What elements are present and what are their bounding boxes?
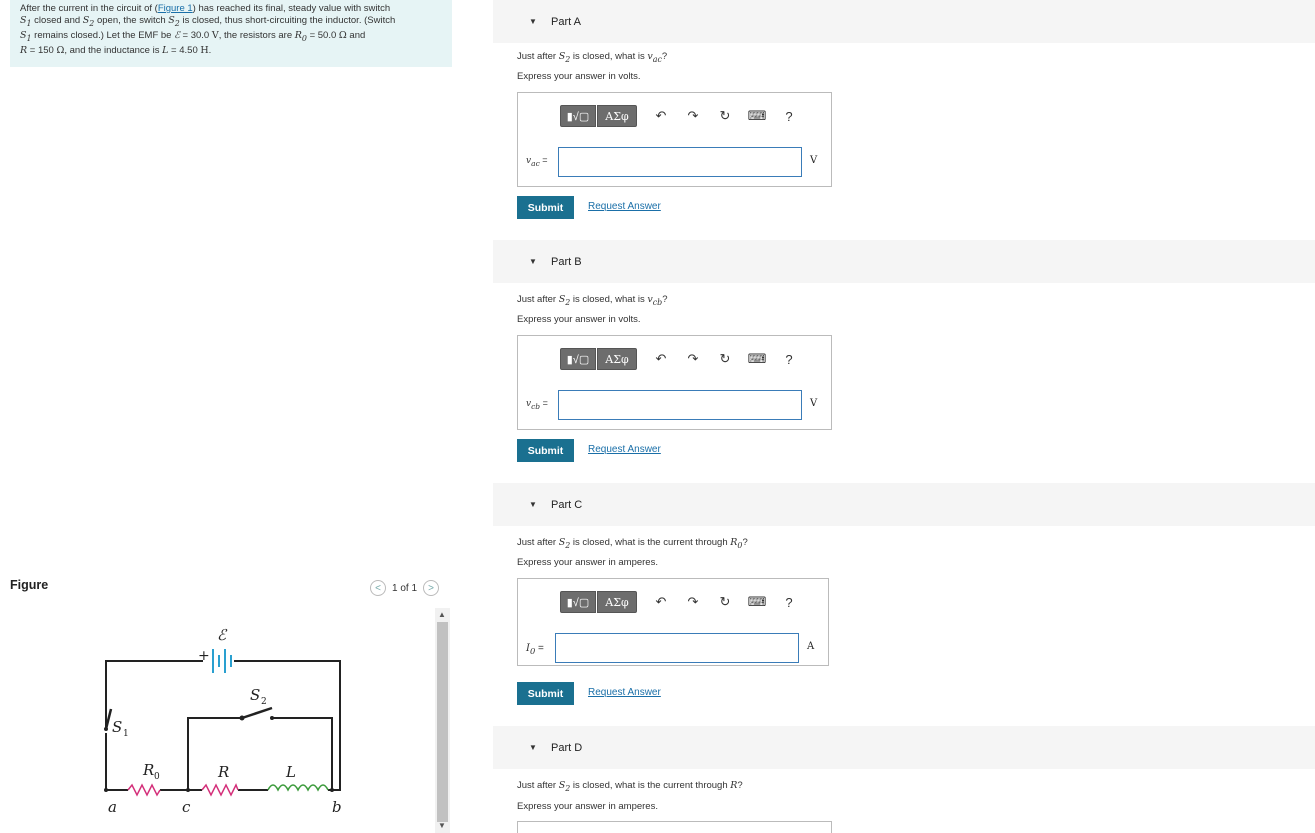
answer-variable-label: vac = — [526, 155, 548, 168]
undo-icon[interactable]: ↶ — [651, 108, 671, 124]
unit-label: V — [810, 398, 818, 409]
part-c-header[interactable]: ▼ Part C — [493, 483, 1315, 526]
answer-input[interactable] — [555, 633, 799, 663]
help-icon[interactable]: ? — [779, 595, 799, 610]
pager-count: 1 of 1 — [392, 582, 418, 594]
part-d-question: Just after S2 is closed, what is the cur… — [517, 780, 743, 793]
unit-label: A — [807, 641, 815, 652]
scroll-thumb[interactable] — [437, 622, 448, 822]
undo-icon[interactable]: ↶ — [651, 351, 671, 367]
submit-button[interactable]: Submit — [517, 682, 574, 705]
parts-panel: ▼ Part A Just after S2 is closed, what i… — [460, 0, 1315, 833]
part-b-question: Just after S2 is closed, what is vcb? — [517, 294, 668, 307]
templates-button[interactable]: ▮√▢ — [560, 591, 596, 613]
circuit-diagram: ℰ + S 1 S 2 R 0 R L a c b — [104, 626, 342, 816]
figure-link[interactable]: Figure 1 — [158, 3, 193, 14]
collapse-icon: ▼ — [529, 500, 537, 509]
plus-label: + — [198, 648, 210, 664]
scroll-up-icon[interactable]: ▲ — [438, 610, 446, 619]
submit-button[interactable]: Submit — [517, 196, 574, 219]
submit-button[interactable]: Submit — [517, 439, 574, 462]
inductor-l — [267, 784, 329, 792]
node-b-label: b — [332, 798, 342, 816]
redo-icon[interactable]: ↷ — [683, 108, 703, 124]
left-panel: After the current in the circuit of (Fig… — [0, 0, 460, 833]
reset-icon[interactable]: ↻ — [715, 108, 735, 124]
s2-label: S — [250, 686, 260, 704]
greek-button[interactable]: ΑΣφ — [597, 348, 637, 370]
keyboard-icon[interactable]: ⌨ — [747, 108, 767, 124]
templates-button[interactable]: ▮√▢ — [560, 348, 596, 370]
help-icon[interactable]: ? — [779, 109, 799, 124]
request-answer-link[interactable]: Request Answer — [588, 687, 661, 698]
part-a-answer-box: ▮√▢ ΑΣφ ↶ ↷ ↻ ⌨ ? vac = V — [517, 92, 832, 187]
s1-sub: 1 — [123, 729, 129, 739]
next-figure-button[interactable]: > — [423, 580, 440, 596]
keyboard-icon[interactable]: ⌨ — [747, 594, 767, 610]
l-label: L — [285, 763, 296, 781]
part-c-answer-box: ▮√▢ ΑΣφ ↶ ↷ ↻ ⌨ ? I0 = A — [517, 578, 829, 666]
help-icon[interactable]: ? — [779, 352, 799, 367]
keyboard-icon[interactable]: ⌨ — [747, 351, 767, 367]
part-d-instructions: Express your answer in amperes. — [517, 801, 658, 812]
scroll-down-icon[interactable]: ▼ — [438, 821, 446, 830]
collapse-icon: ▼ — [529, 17, 537, 26]
part-b-answer-box: ▮√▢ ΑΣφ ↶ ↷ ↻ ⌨ ? vcb = V — [517, 335, 832, 430]
redo-icon[interactable]: ↷ — [683, 351, 703, 367]
undo-icon[interactable]: ↶ — [651, 594, 671, 610]
part-b-instructions: Express your answer in volts. — [517, 314, 641, 325]
part-a-question: Just after S2 is closed, what is vac? — [517, 51, 668, 64]
greek-button[interactable]: ΑΣφ — [597, 105, 637, 127]
math-toolbar: ▮√▢ ΑΣφ ↶ ↷ ↻ ⌨ ? — [560, 105, 799, 127]
unit-label: V — [810, 155, 818, 166]
math-toolbar: ▮√▢ ΑΣφ ↶ ↷ ↻ ⌨ ? — [560, 591, 799, 613]
resistor-r0 — [127, 783, 161, 797]
node-a-label: a — [108, 798, 117, 816]
part-b-header[interactable]: ▼ Part B — [493, 240, 1315, 283]
figure-pager: < 1 of 1 > — [370, 580, 440, 596]
part-d-answer-box — [517, 821, 832, 833]
answer-variable-label: vcb = — [526, 398, 548, 411]
s2-sub: 2 — [261, 697, 267, 707]
part-d-header[interactable]: ▼ Part D — [493, 726, 1315, 769]
prev-figure-button[interactable]: < — [370, 580, 386, 596]
greek-button[interactable]: ΑΣφ — [597, 591, 637, 613]
part-c-instructions: Express your answer in amperes. — [517, 557, 658, 568]
r0-label: R — [142, 761, 154, 779]
figure-heading: Figure — [10, 578, 49, 592]
r-label: R — [217, 763, 229, 781]
node-c-label: c — [182, 798, 191, 816]
part-a-instructions: Express your answer in volts. — [517, 71, 641, 82]
part-a-header[interactable]: ▼ Part A — [493, 0, 1315, 43]
redo-icon[interactable]: ↷ — [683, 594, 703, 610]
answer-input[interactable] — [558, 147, 802, 177]
part-c-question: Just after S2 is closed, what is the cur… — [517, 537, 748, 550]
request-answer-link[interactable]: Request Answer — [588, 201, 661, 212]
templates-button[interactable]: ▮√▢ — [560, 105, 596, 127]
answer-variable-label: I0 = — [526, 643, 544, 656]
answer-input[interactable] — [558, 390, 802, 420]
reset-icon[interactable]: ↻ — [715, 594, 735, 610]
s1-label: S — [112, 718, 122, 736]
collapse-icon: ▼ — [529, 743, 537, 752]
resistor-r — [201, 783, 239, 797]
figure-scrollbar[interactable]: ▲ ▼ — [435, 608, 450, 833]
r0-sub: 0 — [154, 772, 160, 782]
problem-statement: After the current in the circuit of (Fig… — [10, 0, 452, 67]
math-toolbar: ▮√▢ ΑΣφ ↶ ↷ ↻ ⌨ ? — [560, 348, 799, 370]
emf-label: ℰ — [217, 626, 228, 644]
request-answer-link[interactable]: Request Answer — [588, 444, 661, 455]
collapse-icon: ▼ — [529, 257, 537, 266]
reset-icon[interactable]: ↻ — [715, 351, 735, 367]
